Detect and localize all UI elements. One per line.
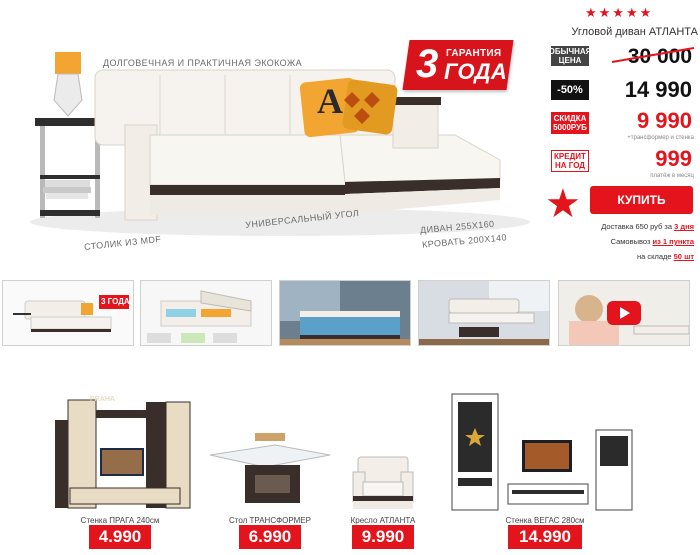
credit-note: платёж в месяц [650,173,694,179]
related-2-name[interactable]: Стол ТРАНСФОРМЕР [205,516,335,525]
credit-price: 999 [655,146,692,171]
skidka-price: 9 990 [636,108,692,133]
related-3-image[interactable] [348,452,418,512]
thumbnail-1[interactable]: 3 ГОДА [2,280,134,346]
discount-price: 14 990 [624,77,692,102]
related-3-name[interactable]: Кресло АТЛАНТА [318,516,448,525]
pillow-letter: A [317,81,343,121]
pickup-info: Самовывоз из 1 пункта [611,237,694,246]
hero-banner: A ДОЛГОВЕЧНАЯ И ПРАКТИЧНАЯ ЭКОКОЖА СТОЛИ… [0,0,540,270]
guarantee-years: ГОДА [444,59,508,84]
related-1-name[interactable]: Стенка ПРАГА 240см [55,516,185,525]
thumbnail-video[interactable] [558,280,690,346]
related-4-name[interactable]: Стенка ВЕГАС 280см [480,516,610,525]
stock-text: на складе [636,252,674,261]
related-1-image[interactable] [50,380,195,512]
delivery-days-link[interactable]: 3 дня [674,222,694,231]
credit-tag: КРЕДИТ НА ГОД [551,150,589,172]
related-4-image[interactable] [450,388,650,512]
skidka-note: +трансформер и стенка [627,135,694,141]
thumbnail-guarantee: 3 ГОДА [101,297,130,306]
stock-count-link[interactable]: 50 шт [674,252,694,261]
discount-tag: -50% [551,80,589,100]
delivery-text: Доставка 650 руб за [601,222,675,231]
stock-info: на складе 50 шт [637,252,694,261]
star-icon: ★ [545,182,581,226]
thumbnail-3[interactable] [279,280,411,346]
caption-ecoleather: ДОЛГОВЕЧНАЯ И ПРАКТИЧНАЯ ЭКОКОЖА [103,58,302,68]
delivery-info: Доставка 650 руб за 3 дня [601,222,694,231]
price-panel: ★★★★★ Угловой диван АТЛАНТА ОБЫЧНАЯ ЦЕНА… [545,0,700,270]
guarantee-number: 3 [416,42,439,86]
related-2-price[interactable]: 6.990 [239,525,301,549]
pickup-points-link[interactable]: из 1 пункта [652,237,694,246]
related-4-price[interactable]: 14.990 [508,525,582,549]
buy-button[interactable]: КУПИТЬ [590,186,693,214]
related-1-price[interactable]: 4.990 [89,525,151,549]
regular-price-tag: ОБЫЧНАЯ ЦЕНА [548,46,592,66]
related-1-sign: PRAHA [90,396,115,403]
thumbnail-2[interactable] [140,280,272,346]
product-title: Угловой диван АТЛАНТА [571,26,698,38]
rating-stars: ★★★★★ [585,5,654,20]
play-icon[interactable] [607,301,641,325]
related-3-price[interactable]: 9.990 [352,525,414,549]
pickup-text: Самовывоз [610,237,653,246]
skidka-tag: СКИДКА 5000РУБ [551,112,589,134]
price-strike-line [611,47,695,63]
thumbnail-4[interactable] [418,280,550,346]
guarantee-badge: 3 ГАРАНТИЯ ГОДА [402,40,514,90]
related-2-image[interactable] [205,425,335,512]
guarantee-word: ГАРАНТИЯ [446,48,502,59]
